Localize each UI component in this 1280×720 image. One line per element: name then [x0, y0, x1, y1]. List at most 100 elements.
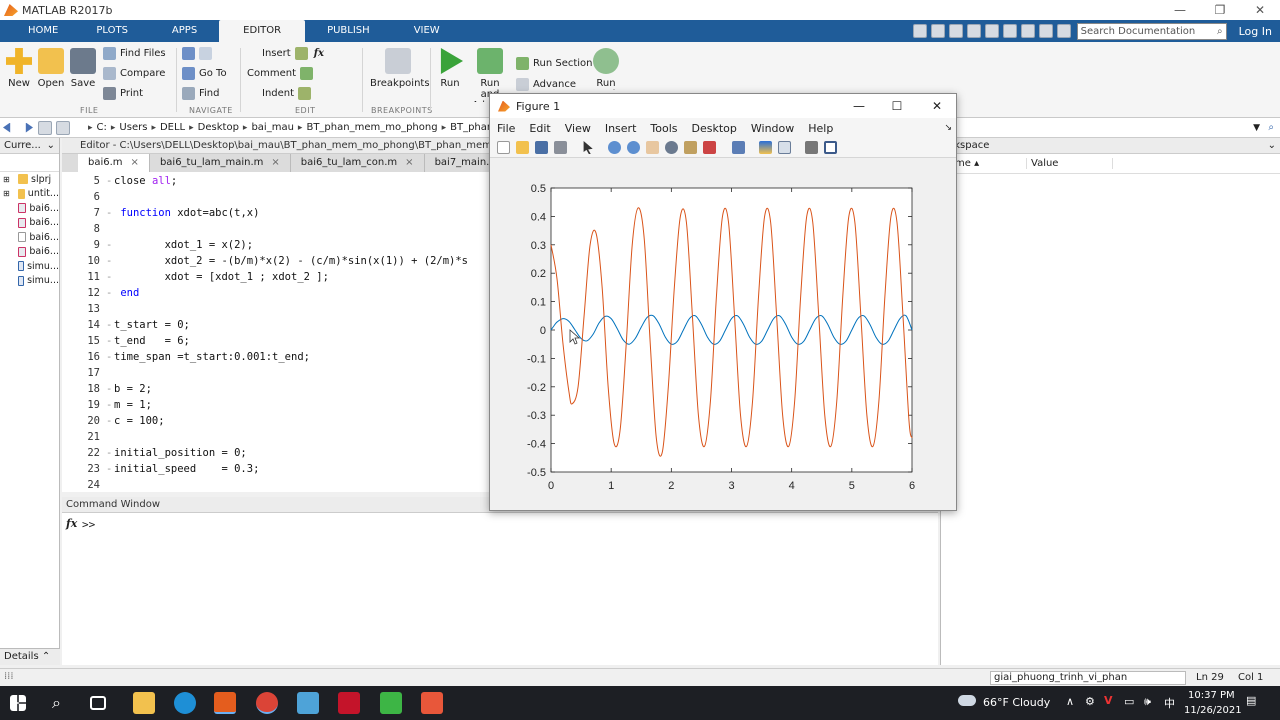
menu-tools[interactable]: Tools: [643, 122, 684, 135]
code-line[interactable]: 23- initial_speed = 0.3;: [62, 461, 259, 477]
task-view-icon[interactable]: [90, 696, 106, 710]
code-line[interactable]: 15- t_end = 6;: [62, 333, 190, 349]
search-folder-icon[interactable]: ⌕: [1268, 122, 1274, 133]
tab-apps[interactable]: APPS: [150, 20, 219, 42]
weather-text[interactable]: 66°F Cloudy: [983, 696, 1050, 709]
code-line[interactable]: 24: [62, 477, 114, 493]
list-item[interactable]: ⊞ untit...: [0, 187, 59, 202]
panel-menu-icon[interactable]: ⌄: [1268, 140, 1276, 151]
zoom-out-icon[interactable]: [627, 141, 640, 154]
editor-tab[interactable]: bai6_tu_lam_con.m ×: [291, 154, 425, 172]
list-item[interactable]: ⊞ slprj: [0, 172, 59, 187]
insert-button[interactable]: Insert fx: [262, 47, 324, 60]
menu-file[interactable]: File: [490, 122, 522, 135]
code-line[interactable]: 13: [62, 301, 114, 317]
expand-icon[interactable]: ⊞: [3, 175, 10, 184]
open-button[interactable]: Open: [36, 48, 66, 89]
app-icon[interactable]: [297, 692, 319, 714]
breadcrumb-item[interactable]: BT_phan_mem_mo_phong: [306, 122, 437, 133]
weather-icon[interactable]: [958, 695, 976, 706]
print-button[interactable]: Print: [103, 87, 143, 100]
help-icon[interactable]: [1056, 24, 1071, 38]
zoom-in-icon[interactable]: [608, 141, 621, 154]
breakpoint-gutter[interactable]: -: [106, 383, 114, 395]
close-tab-icon[interactable]: ×: [131, 157, 139, 168]
show-plot-tools-icon[interactable]: [824, 141, 837, 154]
code-line[interactable]: 5- close all;: [62, 173, 178, 189]
save-button[interactable]: Save: [68, 48, 98, 89]
rotate-icon[interactable]: [665, 141, 678, 154]
breakpoint-gutter[interactable]: -: [106, 271, 114, 283]
new-figure-icon[interactable]: [497, 141, 510, 154]
menu-window[interactable]: Window: [744, 122, 801, 135]
indent-button[interactable]: Indent: [262, 87, 315, 100]
code-line[interactable]: 8: [62, 221, 114, 237]
switch-windows-icon[interactable]: [1038, 24, 1053, 38]
close-icon[interactable]: ✕: [1240, 0, 1280, 20]
tab-editor[interactable]: EDITOR: [219, 20, 306, 42]
breakpoint-gutter[interactable]: -: [106, 175, 114, 187]
windows-start-icon[interactable]: [10, 695, 26, 711]
new-button[interactable]: New: [6, 48, 32, 89]
code-line[interactable]: 12- end: [62, 285, 139, 301]
column-value[interactable]: Value: [1027, 158, 1113, 169]
breadcrumb-item[interactable]: DELL: [160, 122, 185, 133]
chrome-icon[interactable]: [256, 692, 278, 714]
compare-button[interactable]: Compare: [103, 67, 165, 80]
breakpoint-gutter[interactable]: -: [106, 239, 114, 251]
cut-icon[interactable]: [948, 24, 963, 38]
up-folder-icon[interactable]: [38, 120, 52, 135]
code-line[interactable]: 7- function xdot=abc(t,x): [62, 205, 260, 221]
paste-icon[interactable]: [984, 24, 999, 38]
breakpoint-gutter[interactable]: -: [106, 447, 114, 459]
tab-view[interactable]: VIEW: [392, 20, 462, 42]
vegas-icon[interactable]: [338, 692, 360, 714]
breakpoint-gutter[interactable]: -: [106, 287, 114, 299]
breakpoint-gutter[interactable]: -: [106, 399, 114, 411]
pan-icon[interactable]: [646, 141, 659, 154]
colorbar-icon[interactable]: [759, 141, 772, 154]
dock-icon[interactable]: ↘: [944, 123, 952, 133]
find-files-button[interactable]: Find Files: [103, 47, 166, 60]
network-icon[interactable]: ▭: [1124, 695, 1134, 708]
find-button[interactable]: Find: [182, 87, 220, 100]
figure-window[interactable]: Figure 1 — ☐ ✕ File Edit View Insert Too…: [489, 93, 957, 511]
code-line[interactable]: 10- xdot_2 = -(b/m)*x(2) - (c/m)*sin(x(1…: [62, 253, 468, 269]
show-hidden-icons[interactable]: ∧: [1066, 695, 1074, 708]
code-line[interactable]: 22- initial_position = 0;: [62, 445, 246, 461]
menu-help[interactable]: Help: [801, 122, 840, 135]
code-line[interactable]: 11- xdot = [xdot_1 ; xdot_2 ];: [62, 269, 329, 285]
volume-icon[interactable]: 🕪: [1144, 695, 1151, 709]
close-tab-icon[interactable]: ×: [405, 157, 413, 168]
menu-insert[interactable]: Insert: [598, 122, 644, 135]
redo-icon[interactable]: [1020, 24, 1035, 38]
advance-button[interactable]: Advance: [516, 78, 576, 91]
tab-publish[interactable]: PUBLISH: [305, 20, 392, 42]
undo-icon[interactable]: [1002, 24, 1017, 38]
list-item[interactable]: bai6...: [0, 245, 59, 260]
list-item[interactable]: simu...: [0, 274, 59, 289]
notification-icon[interactable]: ▤: [1246, 694, 1256, 707]
code-line[interactable]: 20- c = 100;: [62, 413, 164, 429]
legend-icon[interactable]: [778, 141, 791, 154]
breadcrumb-item[interactable]: Users: [119, 122, 147, 133]
back-icon[interactable]: [3, 122, 11, 133]
run-section-button[interactable]: Run Section: [516, 57, 593, 70]
breadcrumb-item[interactable]: Desktop: [198, 122, 239, 133]
link-plot-icon[interactable]: [732, 141, 745, 154]
plot-area[interactable]: 0 1 2 3 4 5 6 0.5 0.4 0.3 0.2 0.1 0 -0.1 -0.2 -0.3 -0.4 -…: [490, 160, 956, 510]
hide-plot-tools-icon[interactable]: [805, 141, 818, 154]
minimize-icon[interactable]: —: [1160, 0, 1200, 20]
list-item[interactable]: simu...: [0, 259, 59, 274]
clock-time[interactable]: 10:37 PM: [1188, 690, 1235, 701]
code-line[interactable]: 6: [62, 189, 114, 205]
save-icon[interactable]: [930, 24, 945, 38]
menu-edit[interactable]: Edit: [522, 122, 557, 135]
go-to-button[interactable]: Go To: [182, 67, 227, 80]
browse-folder-icon[interactable]: [56, 120, 70, 135]
layout-icon[interactable]: [912, 24, 927, 38]
editor-tab[interactable]: bai6_tu_lam_main.m ×: [150, 154, 291, 172]
expand-icon[interactable]: ⊞: [3, 189, 10, 198]
menu-view[interactable]: View: [558, 122, 598, 135]
comment-button[interactable]: Comment: [247, 67, 317, 80]
